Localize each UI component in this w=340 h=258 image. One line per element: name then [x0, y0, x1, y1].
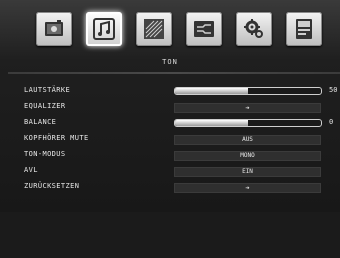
- equalizer-label: EQUALIZER: [24, 102, 66, 110]
- menu-row-avl[interactable]: AVL EIN: [0, 163, 340, 179]
- lautstaerke-slider[interactable]: [174, 87, 322, 95]
- connection-icon[interactable]: [186, 12, 222, 46]
- zuruecksetzen-button[interactable]: ➔: [174, 183, 321, 193]
- lautstaerke-value: 50: [329, 86, 338, 94]
- bottom-panel: [0, 212, 340, 258]
- avl-label: AVL: [24, 166, 38, 174]
- settings-dial-icon[interactable]: [136, 12, 172, 46]
- info-icon[interactable]: [286, 12, 322, 46]
- picture-icon[interactable]: [36, 12, 72, 46]
- menu-row-ton-modus[interactable]: TON-MODUS MONO: [0, 147, 340, 163]
- ton-modus-label: TON-MODUS: [24, 150, 66, 158]
- gear-icon[interactable]: [236, 12, 272, 46]
- kopfhoerer-mute-value[interactable]: AUS: [174, 135, 321, 145]
- balance-slider-fill: [175, 120, 248, 126]
- sound-menu: LAUTSTÄRKE 50 EQUALIZER ➔ BALANCE 0 KOPF…: [0, 83, 340, 195]
- menu-row-equalizer[interactable]: EQUALIZER ➔: [0, 99, 340, 115]
- menu-row-zuruecksetzen[interactable]: ZURÜCKSETZEN ➔: [0, 179, 340, 195]
- lautstaerke-slider-fill: [175, 88, 248, 94]
- equalizer-submenu-button[interactable]: ➔: [174, 103, 321, 113]
- ton-modus-value[interactable]: MONO: [174, 151, 321, 161]
- menu-row-lautstaerke[interactable]: LAUTSTÄRKE 50: [0, 83, 340, 99]
- section-title: TON: [162, 58, 178, 66]
- arrow-right-icon: ➔: [245, 104, 250, 112]
- zuruecksetzen-label: ZURÜCKSETZEN: [24, 182, 80, 190]
- menu-row-kopfhoerer-mute[interactable]: KOPFHÖRER MUTE AUS: [0, 131, 340, 147]
- category-icon-bar: [0, 8, 340, 52]
- balance-value: 0: [329, 118, 334, 126]
- lautstaerke-label: LAUTSTÄRKE: [24, 86, 71, 94]
- divider: [8, 72, 340, 74]
- kopfhoerer-mute-label: KOPFHÖRER MUTE: [24, 134, 89, 142]
- arrow-right-icon: ➔: [245, 184, 250, 192]
- avl-value[interactable]: EIN: [174, 167, 321, 177]
- menu-row-balance[interactable]: BALANCE 0: [0, 115, 340, 131]
- tv-osd: TON LAUTSTÄRKE 50 EQUALIZER ➔ BALANCE 0 …: [0, 0, 340, 258]
- balance-slider[interactable]: [174, 119, 322, 127]
- sound-icon[interactable]: [86, 12, 122, 46]
- balance-label: BALANCE: [24, 118, 57, 126]
